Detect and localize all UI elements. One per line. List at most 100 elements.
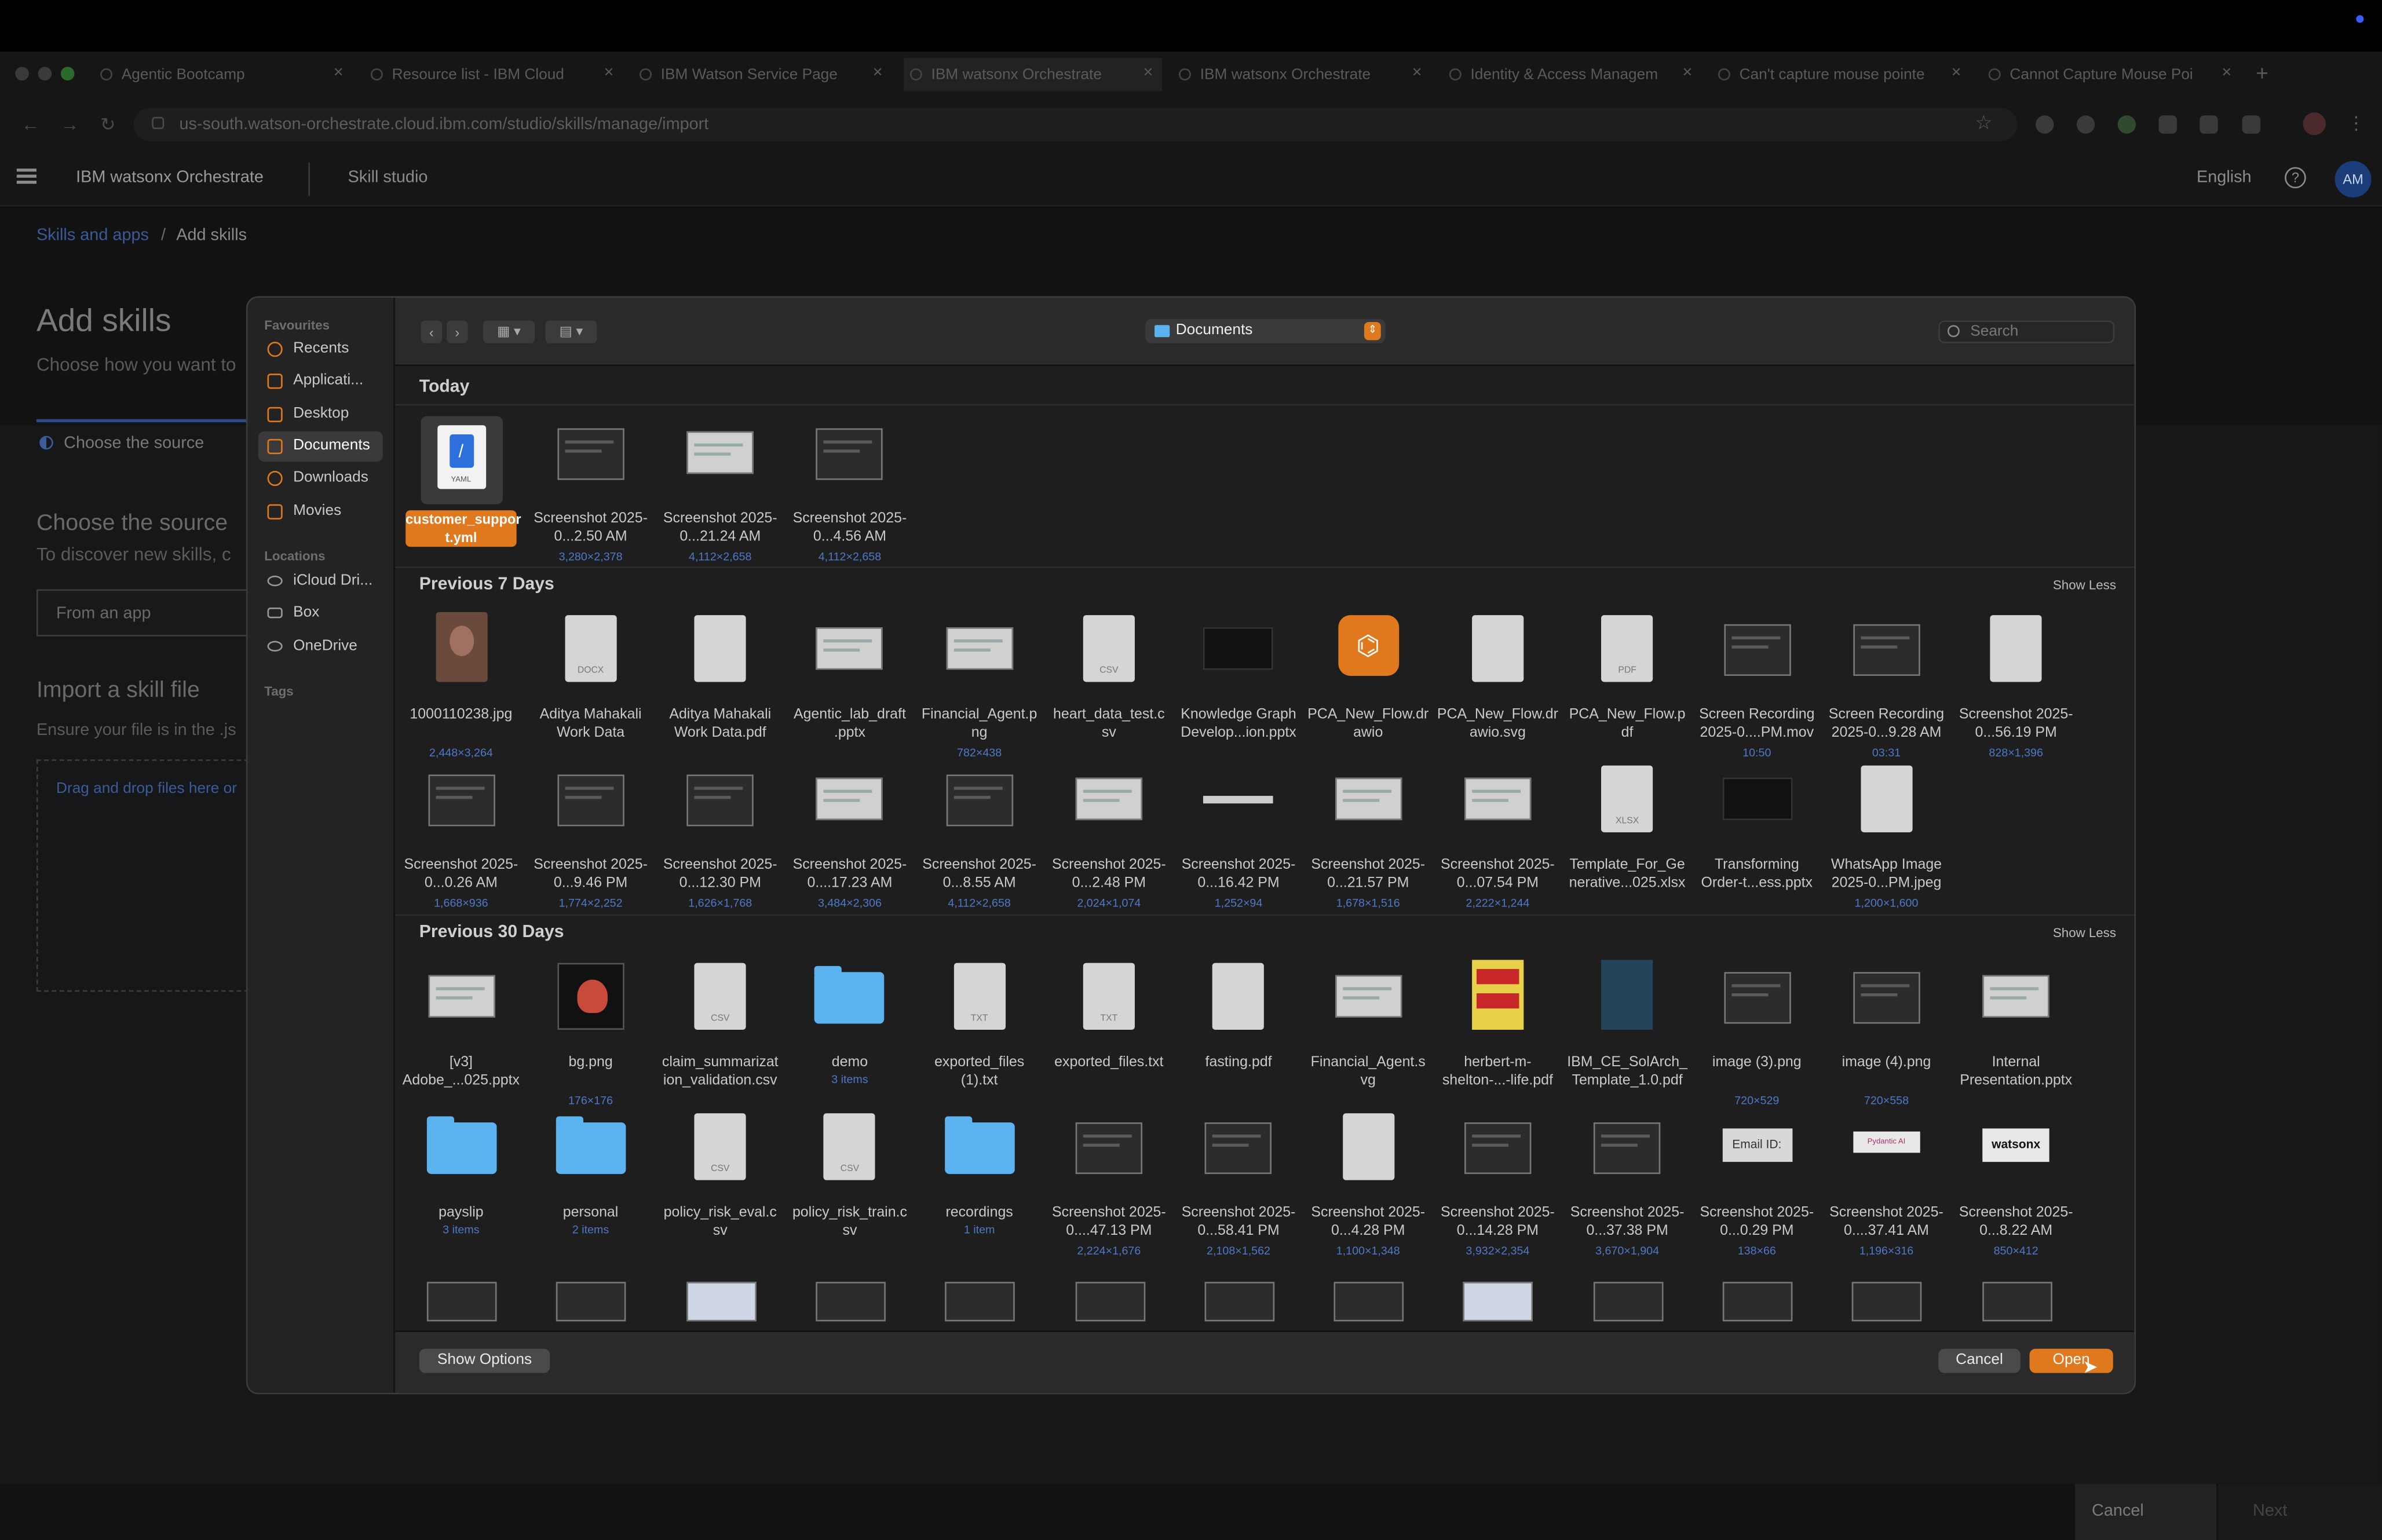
bookmark-star-icon[interactable]: ☆	[1975, 111, 1993, 135]
tab-close-icon[interactable]: ×	[1143, 64, 1153, 82]
browser-tab[interactable]: IBM watsonx Orchestrate ×	[1172, 58, 1431, 92]
file-item[interactable]: XLSX Template_For_Ge nerative...025.xlsx	[1563, 762, 1692, 902]
file-item[interactable]: Screenshot 2025-0...2.50 AM 3,280×2,378	[526, 416, 655, 564]
image-thumbnail[interactable]	[1722, 1282, 1793, 1322]
hamburger-icon[interactable]	[16, 169, 36, 184]
browser-tab[interactable]: Cannot Capture Mouse Poi ×	[1982, 58, 2241, 92]
file-item[interactable]: WhatsApp Image 2025-0...PM.jpeg 1,200×1,6…	[1822, 762, 1951, 910]
image-thumbnail[interactable]	[1463, 1282, 1534, 1322]
image-thumbnail[interactable]	[556, 1282, 627, 1322]
file-item[interactable]: Screenshot 2025-0...16.42 PM 1,252×94	[1174, 762, 1303, 910]
file-item[interactable]: PDF PCA_New_Flow.p df	[1563, 612, 1692, 752]
profile-icon[interactable]	[2303, 112, 2326, 136]
file-item[interactable]: / YAML customer_suppor t.yml	[396, 416, 525, 556]
browser-tab[interactable]: Agentic Bootcamp ×	[94, 58, 353, 92]
url-field[interactable]: us-south.watson-orchestrate.cloud.ibm.co…	[133, 108, 2018, 141]
file-item[interactable]: demo 3 items	[785, 960, 914, 1099]
file-item[interactable]: image (3).png 720×529	[1692, 960, 1821, 1107]
location-selector[interactable]: Documents ⇕	[1145, 319, 1386, 343]
browser-tab[interactable]: IBM Watson Service Page ×	[634, 58, 892, 92]
browser-tab[interactable]: Can't capture mouse pointe ×	[1712, 58, 1970, 92]
image-thumbnail[interactable]	[686, 1282, 756, 1322]
file-item[interactable]: Screenshot 2025-0...2.48 PM 2,024×1,074	[1044, 762, 1174, 910]
file-item[interactable]: image (4).png 720×558	[1822, 960, 1951, 1107]
page-next-button[interactable]: Next	[2217, 1484, 2382, 1540]
tab-close-icon[interactable]: ×	[1682, 64, 1692, 82]
sidebar-item[interactable]: Box	[258, 599, 383, 629]
new-tab-button[interactable]: +	[2256, 61, 2268, 85]
file-item[interactable]: Screenshot 2025-0...12.30 PM 1,626×1,768	[656, 762, 785, 910]
image-thumbnail[interactable]	[1852, 1282, 1923, 1322]
file-item[interactable]: Screen Recording 2025-0...9.28 AM 03:31	[1822, 612, 1951, 759]
sidebar-item[interactable]: OneDrive	[258, 631, 383, 661]
extension-icon[interactable]	[2117, 115, 2136, 134]
file-item[interactable]: Transforming Order-t...ess.pptx	[1692, 762, 1821, 902]
nav-forward-icon[interactable]: ›	[446, 320, 468, 343]
file-item[interactable]: Screenshot 2025-0...14.28 PM 3,932×2,354	[1433, 1110, 1562, 1257]
user-avatar[interactable]: AM	[2334, 160, 2372, 197]
file-item[interactable]: TXT exported_files (1).txt	[915, 960, 1044, 1099]
file-item[interactable]: Financial_Agent.p ng 782×438	[915, 612, 1044, 759]
window-close-icon[interactable]	[15, 67, 29, 81]
file-item[interactable]: Email ID: Screenshot 2025-0...0.29 PM 138×…	[1692, 1110, 1821, 1257]
file-item[interactable]: Screenshot 2025-0...0.26 AM 1,668×936	[396, 762, 525, 910]
file-item[interactable]: CSV heart_data_test.c sv	[1044, 612, 1174, 752]
menu-dots-icon[interactable]: ⋮	[2347, 112, 2365, 134]
show-options-button[interactable]: Show Options	[419, 1348, 550, 1373]
file-item[interactable]: Screenshot 2025-0...21.57 PM 1,678×1,516	[1303, 762, 1433, 910]
file-item[interactable]: Screenshot 2025-0...4.28 PM 1,100×1,348	[1303, 1110, 1433, 1257]
open-button[interactable]: Open	[2029, 1348, 2113, 1373]
header-section[interactable]: Skill studio	[348, 169, 428, 186]
image-thumbnail[interactable]	[1593, 1282, 1663, 1322]
extension-icon[interactable]	[2036, 115, 2054, 134]
file-item[interactable]: Screenshot 2025-0...21.24 AM 4,112×2,658	[656, 416, 785, 564]
page-cancel-button[interactable]: Cancel	[2075, 1484, 2217, 1540]
tab-close-icon[interactable]: ×	[873, 64, 883, 82]
browser-tab[interactable]: Resource list - IBM Cloud ×	[364, 58, 623, 92]
nav-back-icon[interactable]: ‹	[421, 320, 443, 343]
file-item[interactable]: Screenshot 2025-0...9.46 PM 1,774×2,252	[526, 762, 655, 910]
sidebar-item[interactable]: Movies	[258, 496, 383, 526]
file-item[interactable]: Screenshot 2025-0....17.23 AM 3,484×2,306	[785, 762, 914, 910]
file-item[interactable]: personal 2 items	[526, 1110, 655, 1250]
file-item[interactable]: Screen Recording 2025-0....PM.mov 10:50	[1692, 612, 1821, 759]
sidebar-item[interactable]: Downloads	[258, 463, 383, 493]
file-item[interactable]: Screenshot 2025-0...07.54 PM 2,222×1,244	[1433, 762, 1562, 910]
show-less-button[interactable]: Show Less	[2053, 916, 2116, 949]
breadcrumb-root[interactable]: Skills and apps	[36, 226, 149, 244]
image-thumbnail[interactable]	[815, 1282, 886, 1322]
file-item[interactable]: bg.png 176×176	[526, 960, 655, 1107]
file-item[interactable]: ⌬ PCA_New_Flow.dr awio	[1303, 612, 1433, 752]
tab-close-icon[interactable]: ×	[2222, 64, 2231, 82]
file-item[interactable]: Financial_Agent.s vg	[1303, 960, 1433, 1099]
image-thumbnail[interactable]	[1075, 1282, 1145, 1322]
file-item[interactable]: Screenshot 2025-0...8.55 AM 4,112×2,658	[915, 762, 1044, 910]
group-by-icon[interactable]: ▤ ▾	[545, 320, 597, 343]
file-item[interactable]: PCA_New_Flow.dr awio.svg	[1433, 612, 1562, 752]
language-selector[interactable]: English	[2197, 169, 2252, 186]
window-zoom-icon[interactable]	[60, 67, 75, 81]
image-thumbnail[interactable]	[1334, 1282, 1404, 1322]
file-item[interactable]: fasting.pdf	[1174, 960, 1303, 1099]
brand-name[interactable]: IBM watsonx Orchestrate	[76, 169, 264, 186]
search-input[interactable]: Search	[1938, 320, 2115, 343]
reload-icon[interactable]: ↻	[100, 114, 115, 136]
window-minimize-icon[interactable]	[38, 67, 52, 81]
file-item[interactable]: recordings 1 item	[915, 1110, 1044, 1250]
file-item[interactable]: Aditya Mahakali Work Data.pdf	[656, 612, 785, 752]
show-less-button[interactable]: Show Less	[2053, 568, 2116, 602]
view-mode-icon[interactable]: ▦ ▾	[483, 320, 535, 343]
forward-icon[interactable]: →	[61, 114, 79, 136]
sidebar-item[interactable]: Recents	[258, 334, 383, 364]
file-item[interactable]: TXT exported_files.txt	[1044, 960, 1174, 1099]
file-item[interactable]: Knowledge Graph Develop...ion.pptx	[1174, 612, 1303, 752]
extension-icon[interactable]	[2158, 115, 2177, 134]
file-item[interactable]: Agentic_lab_draft .pptx	[785, 612, 914, 752]
file-item[interactable]: CSV policy_risk_eval.c sv	[656, 1110, 785, 1250]
file-item[interactable]: Screenshot 2025-0...56.19 PM 828×1,396	[1952, 612, 2081, 759]
file-item[interactable]: Screenshot 2025-0....47.13 PM 2,224×1,676	[1044, 1110, 1174, 1257]
image-thumbnail[interactable]	[945, 1282, 1015, 1322]
sidepanel-icon[interactable]	[2242, 115, 2261, 134]
file-item[interactable]: Screenshot 2025-0...37.38 PM 3,670×1,904	[1563, 1110, 1692, 1257]
file-item[interactable]: IBM_CE_SolArch_ Template_1.0.pdf	[1563, 960, 1692, 1099]
